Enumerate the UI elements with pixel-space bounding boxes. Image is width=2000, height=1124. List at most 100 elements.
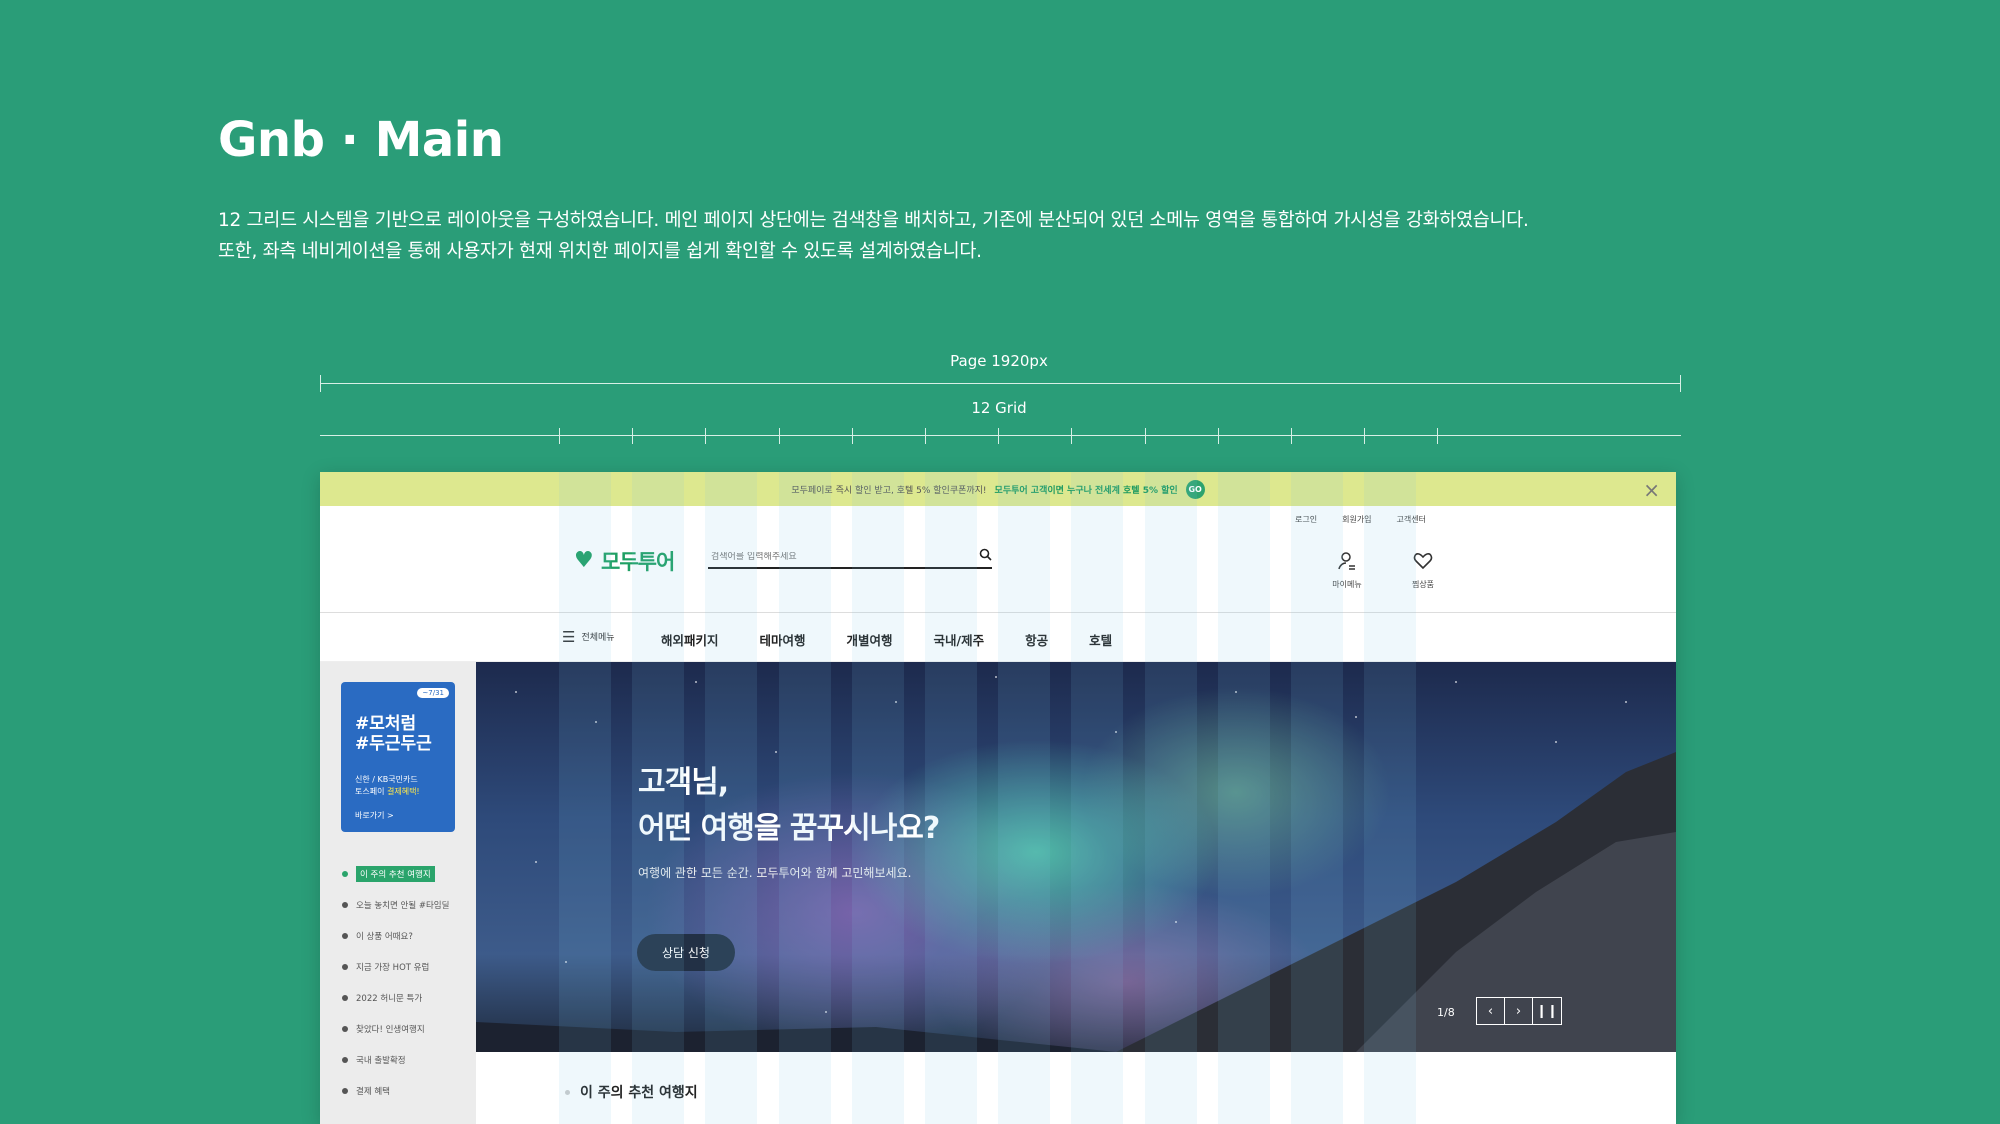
ruler-page-label: Page 1920px — [950, 352, 1048, 370]
slide-controls: ‹ › ❙❙ — [1476, 997, 1562, 1025]
gnb: ☰ 전체메뉴 해외패키지 테마여행 개별여행 국내/제주 항공 호텔 — [320, 614, 1676, 662]
aurora-landscape-image — [476, 676, 1676, 1052]
search-icon[interactable] — [979, 548, 992, 565]
banner-title-line-1: #모처럼 — [355, 714, 417, 734]
side-nav-item[interactable]: 지금 가장 HOT 유럽 — [342, 951, 449, 982]
grid-tick — [779, 428, 780, 444]
gnb-item-individual-travel[interactable]: 개별여행 — [847, 630, 893, 649]
prev-slide-icon[interactable]: ‹ — [1477, 998, 1505, 1024]
logo-text: 모두투어 — [601, 550, 675, 574]
hero-headline-1: 고객님, — [638, 765, 729, 800]
grid-tick — [705, 428, 706, 444]
banner-link[interactable]: 바로가기 > — [355, 810, 394, 821]
slide-counter: 1/8 — [1437, 1006, 1455, 1019]
next-slide-icon[interactable]: › — [1505, 998, 1533, 1024]
side-nav-item[interactable]: 이 주의 추천 여행지 — [342, 858, 449, 889]
gnb-item-theme-travel[interactable]: 테마여행 — [760, 630, 806, 649]
grid-tick — [852, 428, 853, 444]
bullet-icon — [342, 994, 348, 1001]
signup-link[interactable]: 회원가입 — [1342, 514, 1371, 525]
my-menu-label: 마이메뉴 — [1332, 580, 1362, 589]
all-menu-label: 전체메뉴 — [581, 633, 615, 643]
banner-date-badge: ~7/31 — [417, 688, 449, 698]
bullet-icon — [342, 1025, 348, 1032]
left-navigation: ~7/31 #모처럼 #두근두근 신한 / KB국민카드 토스페이 결제혜택! … — [320, 662, 476, 1124]
logo[interactable]: ♥ 모두투어 — [574, 546, 675, 576]
banner-desc-line-1: 신한 / KB국민카드 — [355, 775, 418, 784]
grid-tick — [1291, 428, 1292, 444]
my-menu-button[interactable]: 마이메뉴 — [1322, 551, 1372, 590]
side-nav-label: 이 상품 어때요? — [356, 931, 413, 942]
side-nav-label: 이 주의 추천 여행지 — [356, 865, 435, 882]
bullet-icon — [342, 1056, 348, 1063]
close-icon[interactable]: × — [1643, 478, 1660, 502]
all-menu-button[interactable]: ☰ 전체메뉴 — [562, 627, 615, 646]
hero-headline-2: 어떤 여행을 꿈꾸시나요? — [638, 811, 940, 846]
side-nav-label: 지금 가장 HOT 유럽 — [356, 962, 430, 973]
banner-desc: 신한 / KB국민카드 토스페이 결제혜택! — [355, 774, 420, 798]
section-heading: 이 주의 추천 여행지 — [565, 1082, 698, 1102]
wishlist-label: 찜상품 — [1411, 580, 1435, 589]
grid-tick — [632, 428, 633, 444]
side-nav-item[interactable]: 이 상품 어때요? — [342, 920, 449, 951]
hero-subtext: 여행에 관한 모든 순간. 모두투어와 함께 고민해보세요. — [638, 866, 912, 880]
grid-tick — [1145, 428, 1146, 444]
search-input[interactable] — [708, 551, 938, 562]
wishlist-button[interactable]: 찜상품 — [1398, 551, 1448, 590]
promo-highlight[interactable]: 모두투어 고객이면 누구나 전세계 호텔 5% 할인 — [995, 483, 1178, 496]
side-nav-item[interactable]: 오늘 놓치면 안될 #타임딜 — [342, 889, 449, 920]
pause-icon[interactable]: ❙❙ — [1533, 998, 1561, 1024]
ruler-page-tick-left — [320, 375, 321, 392]
grid-tick — [1071, 428, 1072, 444]
side-nav-label: 찾았다! 인생여행지 — [356, 1024, 425, 1035]
side-nav-label: 2022 허니문 특가 — [356, 993, 423, 1004]
header: ♥ 모두투어 로그인 회원가입 고객센터 마이메뉴 찜상품 — [320, 506, 1676, 613]
side-nav-label: 결제 혜택 — [356, 1086, 390, 1097]
gnb-item-overseas-package[interactable]: 해외패키지 — [661, 630, 719, 649]
heart-icon — [1413, 551, 1433, 574]
grid-tick — [1218, 428, 1219, 444]
consultation-button[interactable]: 상담 신청 — [637, 934, 735, 971]
heart-logo-icon: ♥ — [574, 548, 594, 573]
login-link[interactable]: 로그인 — [1295, 514, 1317, 525]
side-nav-item[interactable]: 결제 혜택 — [342, 1075, 449, 1106]
promo-text: 모두페이로 즉시 할인 받고, 호텔 5% 할인쿠폰까지! — [791, 485, 987, 496]
page-description: 12 그리드 시스템을 기반으로 레이아웃을 구성하였습니다. 메인 페이지 상… — [218, 205, 1618, 267]
grid-tick — [925, 428, 926, 444]
bullet-icon — [342, 932, 348, 939]
gnb-item-hotels[interactable]: 호텔 — [1089, 630, 1112, 649]
hamburger-icon: ☰ — [562, 627, 576, 646]
side-nav-list: 이 주의 추천 여행지 오늘 놓치면 안될 #타임딜 이 상품 어때요? 지금 … — [342, 858, 449, 1106]
page-title: Gnb · Main — [218, 112, 504, 168]
side-nav-item[interactable]: 국내 출발확정 — [342, 1044, 449, 1075]
side-promo-banner[interactable]: ~7/31 #모처럼 #두근두근 신한 / KB국민카드 토스페이 결제혜택! … — [341, 682, 455, 832]
grid-tick — [559, 428, 560, 444]
banner-desc-2b: 결제혜택! — [386, 787, 420, 796]
gnb-item-domestic-jeju[interactable]: 국내/제주 — [934, 630, 985, 649]
user-icon — [1337, 551, 1357, 574]
bullet-icon — [342, 963, 348, 970]
grid-tick — [1364, 428, 1365, 444]
ruler-grid-line — [320, 435, 1681, 436]
description-line-1: 12 그리드 시스템을 기반으로 레이아웃을 구성하였습니다. 메인 페이지 상… — [218, 210, 1529, 231]
bullet-icon — [342, 1087, 348, 1094]
grid-tick — [998, 428, 999, 444]
gnb-item-flights[interactable]: 항공 — [1025, 630, 1048, 649]
promo-bar[interactable]: 모두페이로 즉시 할인 받고, 호텔 5% 할인쿠폰까지! 모두투어 고객이면 … — [320, 472, 1676, 506]
side-nav-item[interactable]: 찾았다! 인생여행지 — [342, 1013, 449, 1044]
side-nav-item[interactable]: 2022 허니문 특가 — [342, 982, 449, 1013]
bullet-icon — [342, 870, 348, 877]
ruler-grid-label: 12 Grid — [971, 399, 1027, 417]
gnb-items: 해외패키지 테마여행 개별여행 국내/제주 항공 호텔 — [661, 630, 1153, 649]
section-title: 이 주의 추천 여행지 — [580, 1085, 698, 1101]
ruler-page-line — [320, 383, 1681, 384]
customer-center-link[interactable]: 고객센터 — [1397, 514, 1426, 525]
promo-go-button[interactable]: GO — [1185, 479, 1205, 499]
banner-title-line-2: #두근두근 — [355, 734, 432, 754]
search-bar — [708, 546, 992, 569]
banner-desc-line-2: 토스페이 결제혜택! — [355, 786, 420, 798]
banner-title: #모처럼 #두근두근 — [355, 714, 432, 754]
ruler-page-tick-right — [1680, 375, 1681, 392]
side-nav-label: 국내 출발확정 — [356, 1055, 406, 1066]
bullet-icon — [565, 1089, 570, 1095]
